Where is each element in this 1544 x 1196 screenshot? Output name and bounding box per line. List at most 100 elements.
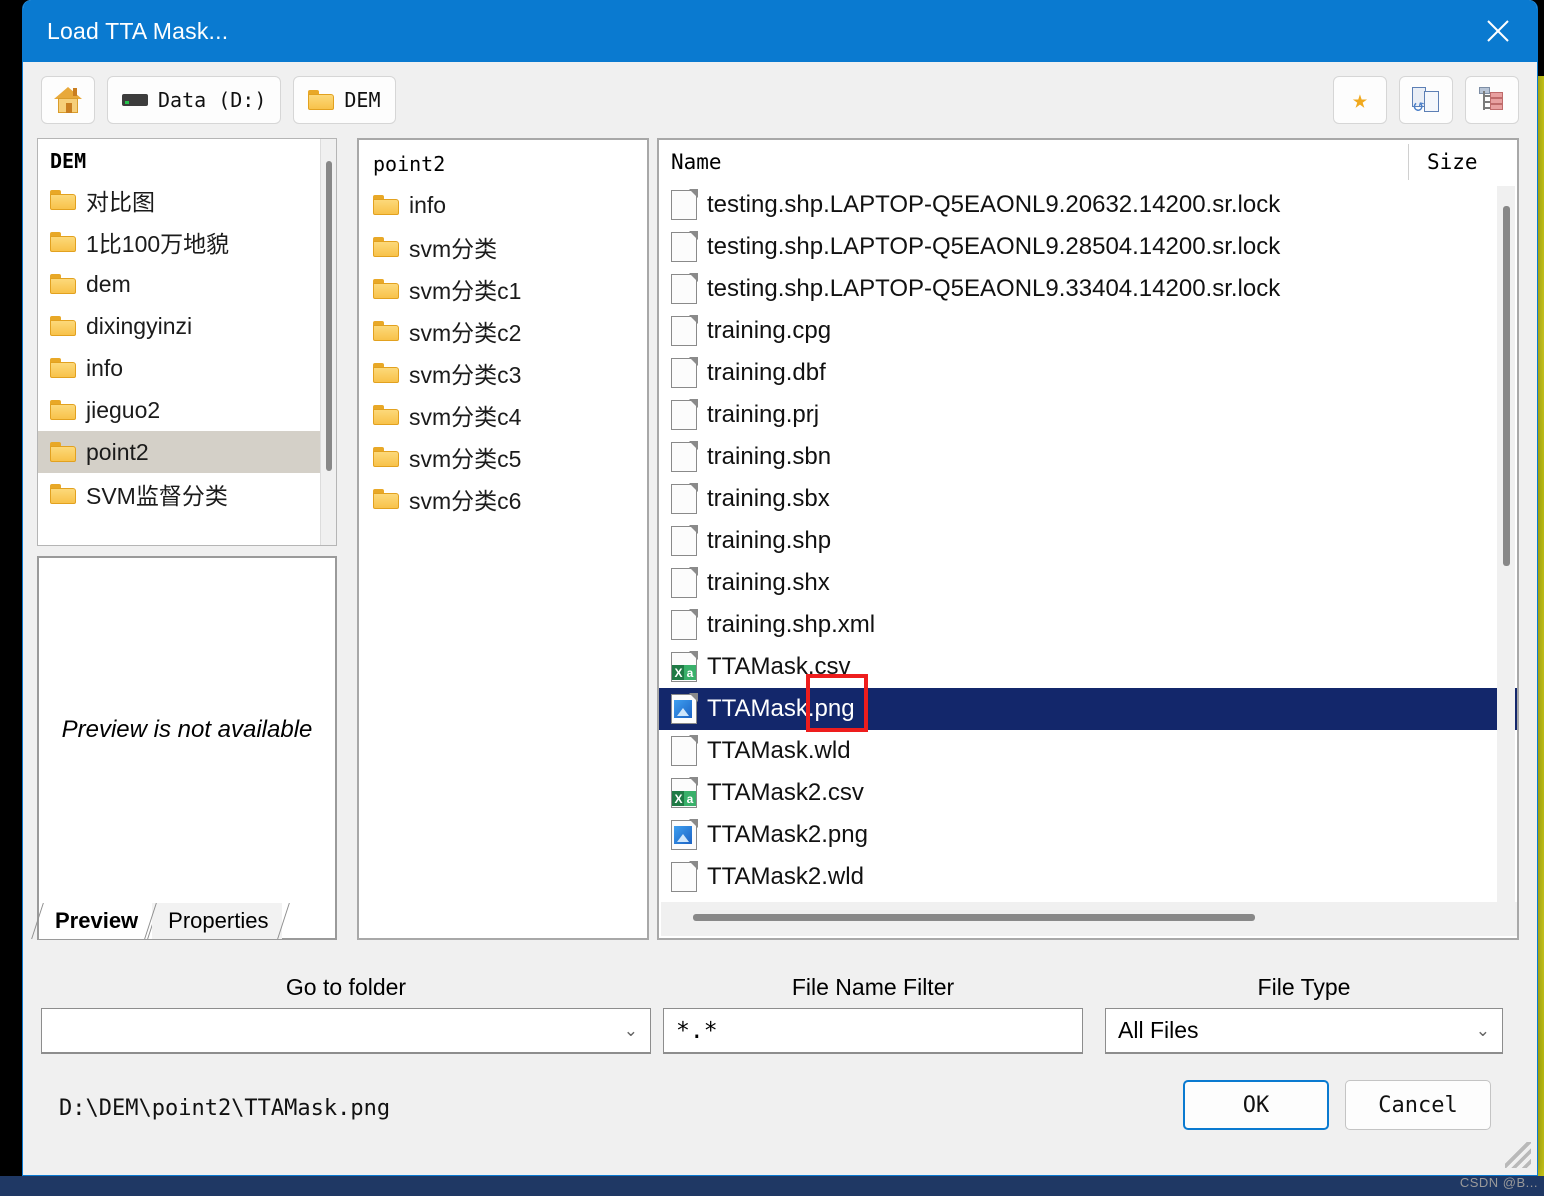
- file-list-row[interactable]: training.prj: [659, 394, 1517, 436]
- tree-item[interactable]: jieguo2: [38, 389, 336, 431]
- folder-icon: [50, 232, 76, 252]
- star-icon: ★: [1352, 85, 1368, 115]
- file-list-row[interactable]: training.shp.xml: [659, 604, 1517, 646]
- file-list-row[interactable]: TTAMask.png: [659, 674, 1517, 732]
- cancel-button[interactable]: Cancel: [1345, 1080, 1491, 1130]
- subfolder-item[interactable]: svm分类c2: [359, 310, 647, 352]
- file-name-label: training.shp.xml: [707, 611, 876, 638]
- dialog-footer: D:\DEM\point2\TTAMask.png OK Cancel: [23, 1074, 1537, 1170]
- file-list-vertical-scrollbar[interactable]: [1497, 186, 1515, 902]
- file-name-label: testing.shp.LAPTOP-Q5EAONL9.20632.14200.…: [707, 191, 1281, 218]
- tree-item[interactable]: dem: [38, 263, 336, 305]
- subfolder-item[interactable]: info: [359, 184, 647, 226]
- file-list-row[interactable]: training.dbf: [659, 352, 1517, 394]
- folder-icon: [50, 442, 76, 462]
- file-name-label: training.cpg: [707, 317, 832, 344]
- subfolder-item[interactable]: svm分类c1: [359, 268, 647, 310]
- ok-button-label: OK: [1242, 1092, 1270, 1118]
- subfolder-item[interactable]: svm分类: [359, 226, 647, 268]
- file-list-row[interactable]: training.sbn: [659, 436, 1517, 478]
- folder-icon: [373, 279, 399, 299]
- tree-item[interactable]: point2: [38, 431, 336, 473]
- tree-scrollbar-thumb[interactable]: [326, 161, 332, 471]
- file-name-label: training.dbf: [707, 359, 826, 386]
- file-list-row[interactable]: training.shp: [659, 520, 1517, 562]
- go-to-folder-combobox[interactable]: ⌄: [41, 1008, 651, 1054]
- tree-item[interactable]: 1比100万地貌: [38, 221, 336, 263]
- file-list-panel: Name Size testing.shp.LAPTOP-Q5EAONL9.20…: [657, 138, 1519, 940]
- file-name-label: training.prj: [707, 401, 820, 428]
- subfolder-item[interactable]: svm分类c3: [359, 352, 647, 394]
- folder-breadcrumb-button[interactable]: DEM: [293, 76, 396, 124]
- file-list-row[interactable]: testing.shp.LAPTOP-Q5EAONL9.33404.14200.…: [659, 268, 1517, 310]
- cancel-button-label: Cancel: [1378, 1092, 1458, 1118]
- close-icon[interactable]: [1459, 0, 1537, 62]
- taskbar: [0, 1176, 1544, 1196]
- file-list-vscroll-thumb[interactable]: [1503, 206, 1510, 566]
- file-icon: [671, 525, 698, 556]
- file-name-label: testing.shp.LAPTOP-Q5EAONL9.33404.14200.…: [707, 275, 1281, 302]
- image-file-icon: [671, 693, 698, 724]
- file-list-row[interactable]: Xa TTAMask2.csv: [659, 772, 1517, 814]
- resize-grip[interactable]: [1505, 1142, 1531, 1168]
- tree-item[interactable]: info: [38, 347, 336, 389]
- subfolder-item[interactable]: svm分类c6: [359, 478, 647, 520]
- file-name-filter-value: *.*: [676, 1017, 718, 1044]
- tree-item[interactable]: SVM监督分类: [38, 473, 336, 515]
- column-header-name[interactable]: Name: [659, 150, 1408, 174]
- preview-tabstrip: Preview Properties: [31, 899, 339, 939]
- tree-item-label: dixingyinzi: [86, 312, 193, 339]
- file-icon: [671, 861, 698, 892]
- file-list-row[interactable]: TTAMask.wld: [659, 730, 1517, 772]
- subfolder-item[interactable]: svm分类c4: [359, 394, 647, 436]
- tree-view-icon: [1478, 87, 1506, 113]
- go-to-folder-label: Go to folder: [285, 974, 407, 1000]
- file-list-row[interactable]: testing.shp.LAPTOP-Q5EAONL9.20632.14200.…: [659, 184, 1517, 226]
- tab-properties[interactable]: Properties: [144, 903, 291, 939]
- file-name-label: training.shx: [707, 569, 830, 596]
- subfolder-item-label: svm分类: [409, 236, 498, 262]
- chevron-down-icon: ⌄: [1475, 1020, 1490, 1040]
- file-list-row[interactable]: training.shx: [659, 562, 1517, 604]
- tree-item[interactable]: dixingyinzi: [38, 305, 336, 347]
- file-type-combobox[interactable]: All Files ⌄: [1105, 1008, 1503, 1054]
- column-header-size[interactable]: Size: [1409, 150, 1517, 174]
- subfolder-item-label: svm分类c4: [409, 404, 522, 430]
- subfolder-item[interactable]: svm分类c5: [359, 436, 647, 478]
- home-button[interactable]: [41, 76, 95, 124]
- selected-path-text: D:\DEM\point2\TTAMask.png: [59, 1096, 391, 1121]
- folder-icon: [50, 316, 76, 336]
- sync-documents-button[interactable]: ↺: [1399, 76, 1453, 124]
- subfolder-item-label: svm分类c1: [409, 278, 522, 304]
- ok-button[interactable]: OK: [1183, 1080, 1329, 1130]
- folder-icon: [373, 195, 399, 215]
- file-list-horizontal-scrollbar[interactable]: [661, 902, 1517, 936]
- file-name-label: training.sbn: [707, 443, 832, 470]
- file-icon: [671, 483, 698, 514]
- file-name-label: testing.shp.LAPTOP-Q5EAONL9.28504.14200.…: [707, 233, 1281, 260]
- toolbar-right-group: ★ ↺: [1321, 76, 1519, 124]
- home-icon: [54, 87, 82, 113]
- tree-vertical-scrollbar[interactable]: [320, 139, 336, 545]
- subfolder-panel: point2 info svm分类 svm分类c1 svm分类c2 svm分类c3 svm…: [357, 138, 649, 940]
- folder-icon: [373, 363, 399, 383]
- folder-icon: [50, 358, 76, 378]
- favorites-button[interactable]: ★: [1333, 76, 1387, 124]
- file-list-row[interactable]: TTAMask2.wld: [659, 856, 1517, 898]
- file-list-row[interactable]: TTAMask2.png: [659, 814, 1517, 856]
- file-name-filter-label: File Name Filter: [791, 974, 955, 1000]
- drive-breadcrumb-button[interactable]: Data (D:): [107, 76, 282, 124]
- file-list-row[interactable]: Xa TTAMask.csv: [659, 646, 1517, 688]
- file-name-label: training.shp: [707, 527, 832, 554]
- tree-view-button[interactable]: [1465, 76, 1519, 124]
- file-list-row[interactable]: training.cpg: [659, 310, 1517, 352]
- sync-documents-icon: ↺: [1411, 86, 1441, 117]
- file-list-hscroll-thumb[interactable]: [693, 914, 1255, 921]
- file-list-row[interactable]: testing.shp.LAPTOP-Q5EAONL9.28504.14200.…: [659, 226, 1517, 268]
- file-list-row[interactable]: training.sbx: [659, 478, 1517, 520]
- file-name-filter-input[interactable]: *.*: [663, 1008, 1083, 1054]
- tab-preview[interactable]: Preview: [31, 903, 161, 939]
- drive-label: Data (D:): [158, 88, 267, 112]
- file-name-label: TTAMask2.csv: [707, 779, 864, 806]
- tree-item[interactable]: 对比图: [38, 179, 336, 221]
